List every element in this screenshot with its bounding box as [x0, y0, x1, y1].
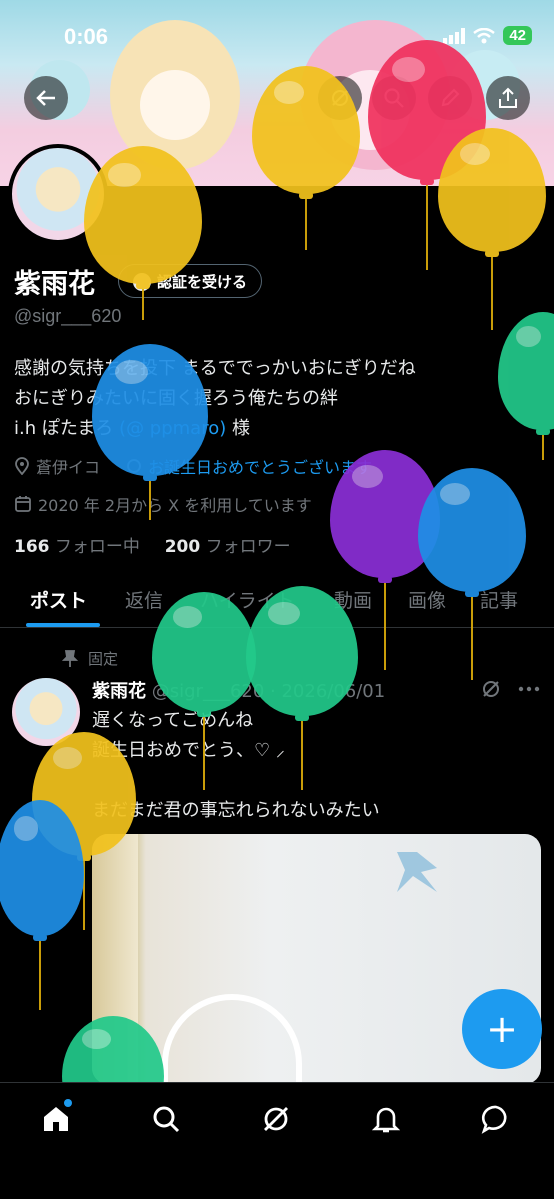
balloon: [246, 586, 358, 790]
messages-icon: [481, 1105, 507, 1134]
active-tab-indicator: [26, 623, 100, 627]
post-author-name[interactable]: 紫雨花: [92, 681, 146, 702]
grok-icon[interactable]: [480, 678, 502, 700]
following-link[interactable]: 166 フォロー中: [14, 537, 140, 557]
bio-line: i.h ぽたまろ (@ ppmaro) 様: [14, 414, 416, 444]
balloon: [92, 344, 208, 520]
battery-indicator: 42: [503, 26, 532, 45]
nav-notifications[interactable]: [368, 1101, 404, 1137]
profile-handle: @sigr___620: [14, 306, 122, 326]
pinned-label: 固定: [88, 650, 119, 668]
calendar-icon: [15, 496, 31, 512]
profile-bio: 感謝の気持ちを投下 まるででっかいおにぎりだね おにぎりみたいに固く握ろう俺たち…: [14, 354, 416, 444]
profile-name: 紫雨花: [14, 269, 95, 300]
nav-grok[interactable]: [258, 1101, 294, 1137]
profile-location: 蒼伊イコ: [36, 458, 101, 477]
search-icon: [153, 1106, 180, 1133]
bio-line: 感謝の気持ちを投下 まるででっかいおにぎりだね: [14, 358, 416, 379]
share-icon: [499, 87, 517, 108]
profile-joined: 2020 年 2月から X を利用しています: [38, 496, 312, 515]
pin-icon: [62, 649, 78, 667]
home-icon: [44, 1107, 68, 1131]
grok-icon: [264, 1107, 288, 1131]
location-pin-icon: [15, 457, 29, 475]
bell-icon: [371, 1107, 401, 1133]
tab-posts[interactable]: ポスト: [30, 586, 87, 613]
followers-label: フォロワー: [205, 537, 291, 557]
balloon: [0, 800, 84, 1010]
balloon: [84, 146, 202, 320]
balloon: [498, 312, 554, 460]
nav-messages[interactable]: [478, 1101, 514, 1137]
profile-stats: 166 フォロー中 200 フォロワー: [14, 532, 291, 557]
nav-search[interactable]: [148, 1101, 184, 1137]
share-button[interactable]: [486, 76, 530, 120]
nav-home[interactable]: [38, 1099, 74, 1137]
back-button[interactable]: [24, 76, 68, 120]
status-time: 0:06: [64, 24, 109, 49]
bottom-navigation: [0, 1082, 554, 1199]
balloon: [438, 128, 546, 330]
balloon: [418, 468, 526, 680]
followers-link[interactable]: 200 フォロワー: [165, 537, 291, 557]
bio-suffix: 様: [226, 418, 250, 439]
compose-button[interactable]: +: [462, 989, 542, 1069]
pinned-indicator: 固定: [62, 648, 118, 669]
followers-count: 200: [164, 537, 201, 557]
profile-joined-row: 2020 年 2月から X を利用しています: [14, 492, 312, 516]
notification-dot: [64, 1099, 72, 1107]
arrow-left-icon: [36, 90, 55, 106]
balloon: [152, 592, 256, 790]
bio-line: おにぎりみたいに固く握ろう俺たちの絆: [14, 384, 416, 414]
following-count: 166: [14, 537, 50, 557]
balloon: [252, 66, 360, 250]
more-options-icon[interactable]: [518, 686, 540, 692]
following-label: フォロー中: [54, 537, 140, 557]
